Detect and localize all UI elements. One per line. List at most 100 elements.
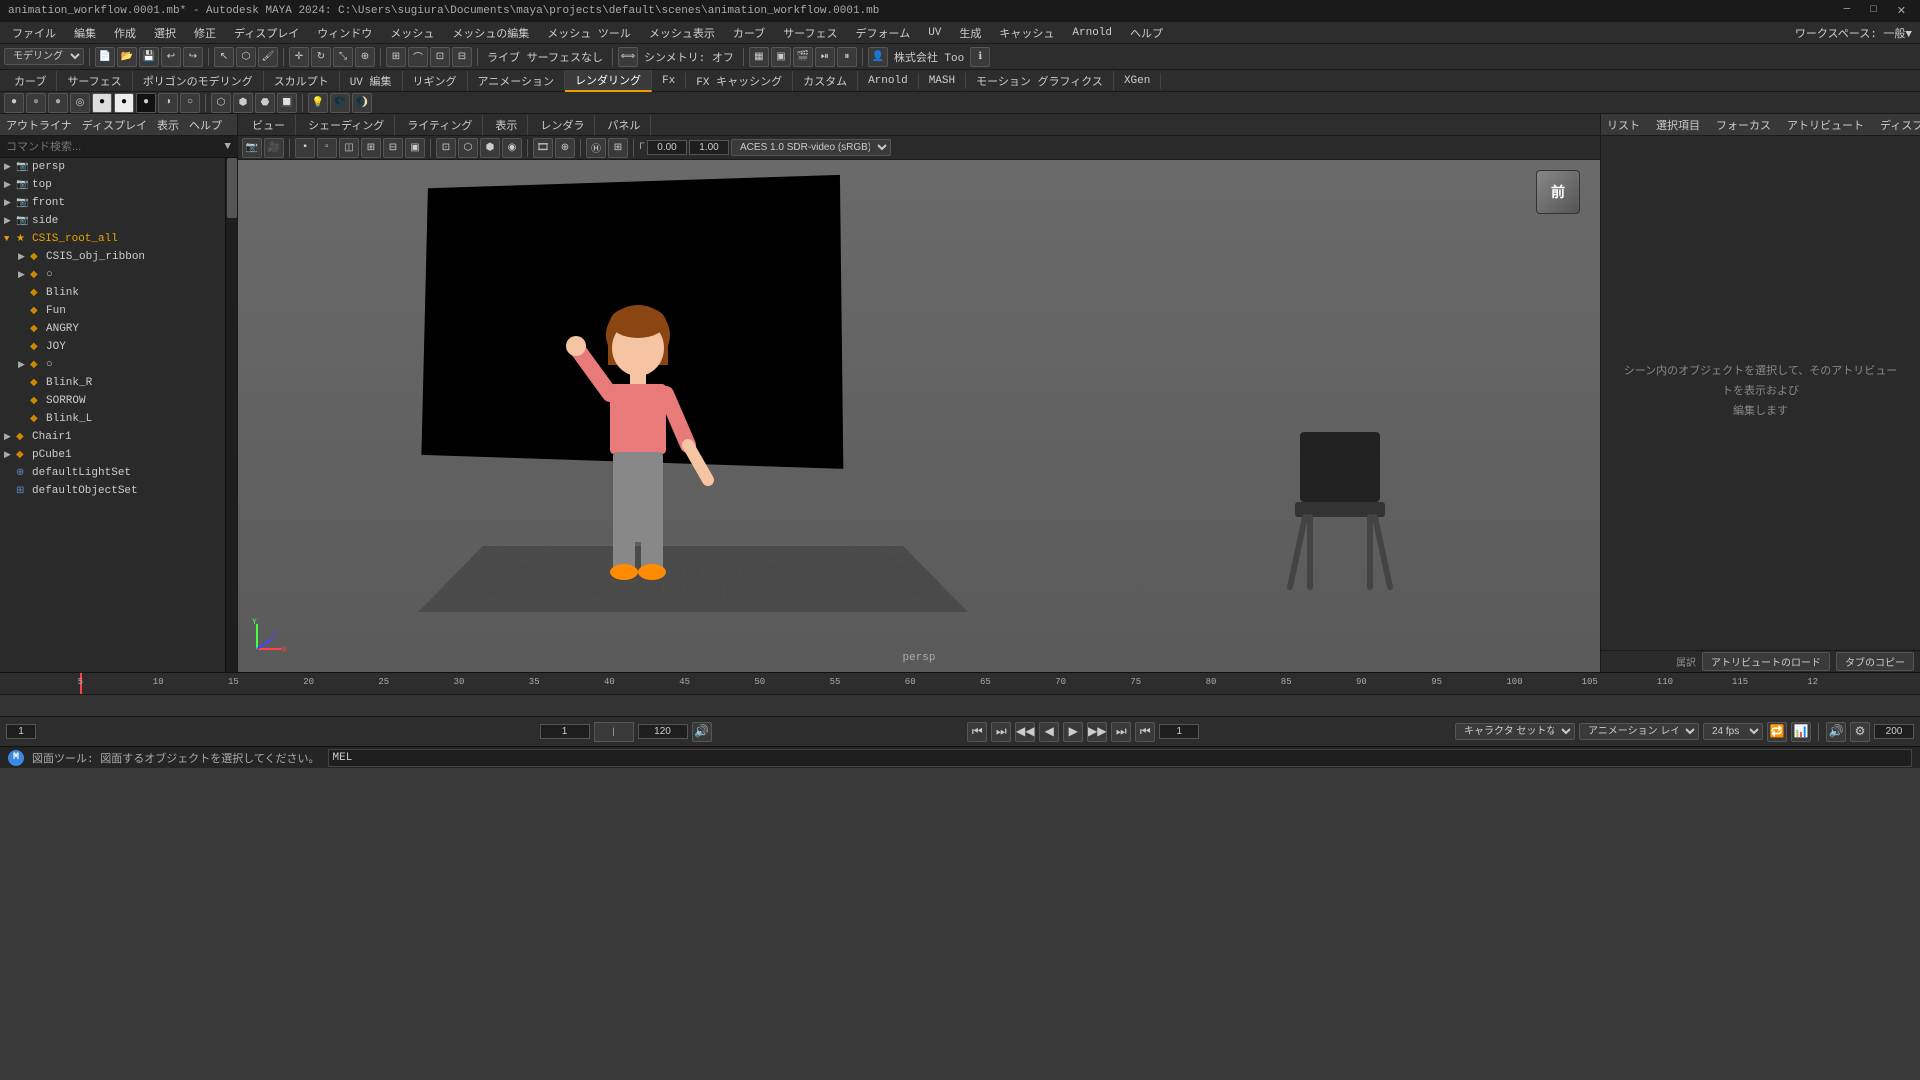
- max-frame-input[interactable]: [1874, 724, 1914, 739]
- loop-icon[interactable]: 🔁: [1767, 722, 1787, 742]
- shadow-icon[interactable]: 🌑: [330, 93, 350, 113]
- sound-icon[interactable]: 🔊: [692, 722, 712, 742]
- vp-tab-panel[interactable]: パネル: [597, 115, 651, 135]
- vp-tab-renderer[interactable]: レンダラ: [530, 115, 595, 135]
- menu-help[interactable]: ヘルプ: [1122, 23, 1171, 43]
- attr-attribute-menu[interactable]: アトリビュート: [1787, 117, 1864, 133]
- tab-fx[interactable]: Fx: [652, 73, 686, 89]
- vp-gamma-input[interactable]: [647, 140, 687, 155]
- menu-modify[interactable]: 修正: [186, 23, 224, 43]
- menu-generate[interactable]: 生成: [951, 23, 989, 43]
- attr-focus-menu[interactable]: フォーカス: [1716, 117, 1771, 133]
- lasso-icon[interactable]: ⬡: [236, 47, 256, 67]
- tab-uv[interactable]: UV 編集: [340, 71, 403, 91]
- vp-camera-icon[interactable]: 📷: [242, 138, 262, 158]
- tree-item-circle1[interactable]: ▶ ◆ ○: [0, 266, 225, 284]
- prev-frame-button[interactable]: ◀: [1039, 722, 1059, 742]
- menu-file[interactable]: ファイル: [4, 23, 64, 43]
- render-sphere-icon[interactable]: ●: [4, 93, 24, 113]
- vp-xray-icon[interactable]: ⬢: [480, 138, 500, 158]
- menu-cache[interactable]: キャッシュ: [991, 23, 1062, 43]
- play-back-button[interactable]: ◀◀: [1015, 722, 1035, 742]
- menu-surface[interactable]: サーフェス: [775, 23, 845, 43]
- render-ball2-icon[interactable]: ●: [48, 93, 68, 113]
- menu-display[interactable]: ディスプレイ: [226, 23, 307, 43]
- transform-icon[interactable]: ⊕: [355, 47, 375, 67]
- menu-window[interactable]: ウィンドウ: [309, 23, 380, 43]
- shader3-icon[interactable]: ⬣: [255, 93, 275, 113]
- vp-tab-display[interactable]: 表示: [485, 115, 528, 135]
- tab-custom[interactable]: カスタム: [793, 71, 858, 91]
- vp-color-profile-select[interactable]: ACES 1.0 SDR-video (sRGB): [731, 139, 891, 156]
- mode-selector[interactable]: モデリング: [4, 48, 84, 65]
- tab-surface[interactable]: サーフェス: [57, 71, 132, 91]
- current-frame-right-input[interactable]: [1159, 724, 1199, 739]
- open-file-icon[interactable]: 📂: [117, 47, 137, 67]
- menu-mesh-tools[interactable]: メッシュ ツール: [539, 23, 639, 43]
- play-forward-button[interactable]: ▶: [1063, 722, 1083, 742]
- ao-icon[interactable]: 🌒: [352, 93, 372, 113]
- scale-icon[interactable]: ⤡: [333, 47, 353, 67]
- tree-item-blink-r[interactable]: ◆ Blink_R: [0, 374, 225, 392]
- outliner-view-menu[interactable]: 表示: [157, 117, 179, 133]
- save-file-icon[interactable]: 💾: [139, 47, 159, 67]
- render-torus-icon[interactable]: ◎: [70, 93, 90, 113]
- undo-icon[interactable]: ↩: [161, 47, 181, 67]
- search-dropdown-icon[interactable]: ▼: [224, 141, 231, 153]
- render-outline-icon[interactable]: ○: [180, 93, 200, 113]
- redo-icon[interactable]: ↪: [183, 47, 203, 67]
- info-icon[interactable]: ℹ: [970, 47, 990, 67]
- tree-item-circle2[interactable]: ▶ ◆ ○: [0, 356, 225, 374]
- vp-grid-icon[interactable]: ⊞: [608, 138, 628, 158]
- viewport-canvas[interactable]: X Y Z persp 前: [238, 160, 1600, 672]
- view-cube[interactable]: 前: [1536, 170, 1580, 214]
- menu-mesh-edit[interactable]: メッシュの編集: [444, 23, 537, 43]
- render2-icon[interactable]: ▣: [771, 47, 791, 67]
- vp-tab-lighting[interactable]: ライティング: [397, 115, 483, 135]
- menu-select[interactable]: 選択: [146, 23, 184, 43]
- tab-motion-graphics[interactable]: モーション グラフィクス: [966, 71, 1114, 91]
- attr-display-menu[interactable]: ディスプレイ: [1880, 117, 1920, 133]
- light-icon[interactable]: 💡: [308, 93, 328, 113]
- minimize-button[interactable]: ─: [1838, 4, 1857, 18]
- tree-item-csis-root[interactable]: ▼ ★ CSIS_root_all: [0, 230, 225, 248]
- range-icon[interactable]: 📊: [1791, 722, 1811, 742]
- vp-exposure-input[interactable]: [689, 140, 729, 155]
- settings-icon[interactable]: ⚙: [1850, 722, 1870, 742]
- tree-item-persp[interactable]: ▶ 📷 persp: [0, 158, 225, 176]
- tab-xgen[interactable]: XGen: [1114, 73, 1161, 89]
- snap-point-icon[interactable]: ⊡: [430, 47, 450, 67]
- tab-animation[interactable]: アニメーション: [468, 71, 566, 91]
- tab-mash[interactable]: MASH: [919, 73, 966, 89]
- select-icon[interactable]: ↖: [214, 47, 234, 67]
- tree-item-csis-ribbon[interactable]: ▶ ◆ CSIS_obj_ribbon: [0, 248, 225, 266]
- current-frame-left-input[interactable]: [6, 724, 36, 739]
- tree-item-default-light-set[interactable]: ⊕ defaultLightSet: [0, 464, 225, 482]
- tree-item-angry[interactable]: ◆ ANGRY: [0, 320, 225, 338]
- vp-layout3-icon[interactable]: ◫: [339, 138, 359, 158]
- render-white-icon[interactable]: ●: [114, 93, 134, 113]
- frame-rate-select[interactable]: 24 fps: [1703, 723, 1763, 740]
- tree-item-pcube[interactable]: ▶ ◆ pCube1: [0, 446, 225, 464]
- volume-icon[interactable]: 🔊: [1826, 722, 1846, 742]
- go-end-button[interactable]: ⏮: [1135, 722, 1155, 742]
- outliner-scrollbar[interactable]: [225, 158, 237, 672]
- tab-curve[interactable]: カーブ: [4, 71, 57, 91]
- view-cube-front[interactable]: 前: [1536, 170, 1580, 214]
- render-half-icon[interactable]: ◑: [158, 93, 178, 113]
- tab-fx-caching[interactable]: FX キャッシング: [686, 71, 793, 91]
- next-frame-button[interactable]: ▶▶: [1087, 722, 1107, 742]
- render-black-icon[interactable]: ●: [136, 93, 156, 113]
- tree-item-blink-l[interactable]: ◆ Blink_L: [0, 410, 225, 428]
- paint-select-icon[interactable]: 🖌: [258, 47, 278, 67]
- attr-selection-menu[interactable]: 選択項目: [1656, 117, 1700, 133]
- vp-resolution-icon[interactable]: 🎞: [533, 138, 553, 158]
- render4-icon[interactable]: ⏯: [815, 47, 835, 67]
- outliner-help-menu[interactable]: ヘルプ: [189, 117, 222, 133]
- shader2-icon[interactable]: ⬢: [233, 93, 253, 113]
- maximize-button[interactable]: □: [1864, 4, 1883, 18]
- tab-rendering[interactable]: レンダリング: [565, 70, 652, 92]
- vp-isolate-icon[interactable]: ◉: [502, 138, 522, 158]
- step-back-button[interactable]: ⏭: [991, 722, 1011, 742]
- vp-tab-view[interactable]: ビュー: [242, 115, 296, 135]
